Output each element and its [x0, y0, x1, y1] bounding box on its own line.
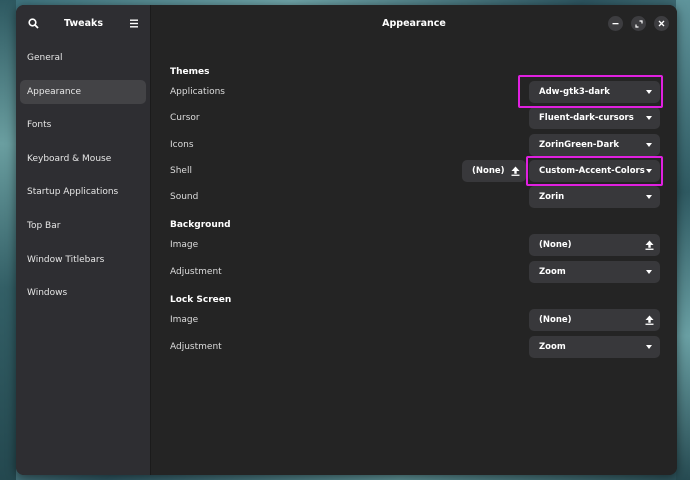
sidebar-item-label: Top Bar — [27, 220, 61, 231]
background-image-label: Image — [170, 240, 199, 250]
sidebar-item-label: Startup Applications — [27, 187, 119, 198]
sidebar-item-label: Fonts — [27, 120, 52, 131]
minimize-button[interactable] — [608, 16, 623, 31]
sidebar-nav: General Appearance Fonts Keyboard & Mous… — [16, 41, 150, 305]
lock-screen-adjustment-dropdown[interactable]: Zoom — [529, 336, 660, 358]
sound-label: Sound — [170, 192, 199, 202]
upload-icon — [511, 166, 520, 176]
sidebar-item-startup-applications[interactable]: Startup Applications — [20, 180, 146, 204]
desktop-background-left — [0, 0, 16, 480]
maximize-button[interactable] — [631, 16, 646, 31]
shell-theme-dropdown[interactable]: Custom-Accent-Colors — [529, 160, 660, 182]
hamburger-menu-icon[interactable] — [127, 16, 141, 30]
sidebar-title: Tweaks — [63, 17, 104, 29]
sound-theme-value: Zorin — [539, 192, 565, 202]
lock-screen-image-value: (None) — [539, 315, 572, 325]
titlebar: Appearance — [151, 5, 677, 41]
sidebar-item-label: Appearance — [27, 86, 82, 97]
lock-screen-heading: Lock Screen — [170, 295, 232, 305]
main-panel: Appearance Themes Applications Adw-gtk3-… — [151, 5, 677, 475]
applications-label: Applications — [170, 87, 225, 97]
background-adjustment-dropdown[interactable]: Zoom — [529, 261, 660, 283]
background-heading: Background — [170, 220, 231, 230]
applications-theme-dropdown[interactable]: Adw-gtk3-dark — [529, 81, 660, 103]
icons-label: Icons — [170, 140, 194, 150]
upload-icon — [645, 315, 654, 325]
sidebar-item-keyboard-mouse[interactable]: Keyboard & Mouse — [20, 147, 146, 171]
sound-theme-dropdown[interactable]: Zorin — [529, 186, 660, 208]
sidebar-header: Tweaks — [16, 5, 150, 41]
lock-screen-adjustment-label: Adjustment — [170, 342, 222, 352]
page-title: Appearance — [382, 17, 446, 29]
background-adjustment-value: Zoom — [539, 267, 566, 277]
cursor-label: Cursor — [170, 113, 200, 123]
sidebar-item-label: Window Titlebars — [27, 254, 105, 265]
shell-file-chooser-button[interactable]: (None) — [462, 160, 526, 182]
dropdown-arrow-icon — [646, 116, 652, 120]
dropdown-arrow-icon — [646, 169, 652, 173]
close-button[interactable] — [654, 16, 669, 31]
dropdown-arrow-icon — [646, 270, 652, 274]
dropdown-arrow-icon — [646, 143, 652, 147]
dropdown-arrow-icon — [646, 345, 652, 349]
sidebar-item-general[interactable]: General — [20, 46, 146, 70]
sidebar-item-fonts[interactable]: Fonts — [20, 113, 146, 137]
icons-theme-dropdown[interactable]: ZorinGreen-Dark — [529, 134, 660, 156]
tweaks-window: Tweaks General Appearance Fonts Keyboard… — [16, 5, 677, 475]
sidebar-item-label: Windows — [27, 288, 68, 299]
sidebar-item-windows[interactable]: Windows — [20, 281, 146, 305]
icons-theme-value: ZorinGreen-Dark — [539, 140, 620, 150]
sidebar-item-appearance[interactable]: Appearance — [20, 79, 146, 104]
sidebar-item-top-bar[interactable]: Top Bar — [20, 214, 146, 238]
cursor-theme-value: Fluent-dark-cursors — [539, 113, 634, 123]
dropdown-arrow-icon — [646, 90, 652, 94]
sidebar-item-window-titlebars[interactable]: Window Titlebars — [20, 248, 146, 272]
themes-heading: Themes — [170, 67, 210, 77]
applications-theme-value: Adw-gtk3-dark — [539, 87, 610, 97]
sidebar-item-label: General — [27, 53, 63, 63]
shell-label: Shell — [170, 166, 192, 176]
lock-screen-image-file-button[interactable]: (None) — [529, 309, 660, 331]
window-controls — [608, 16, 669, 31]
search-icon[interactable] — [26, 16, 40, 30]
sidebar-item-label: Keyboard & Mouse — [27, 153, 112, 164]
dropdown-arrow-icon — [646, 195, 652, 199]
upload-icon — [645, 240, 654, 250]
shell-theme-value: Custom-Accent-Colors — [539, 166, 645, 176]
background-image-file-button[interactable]: (None) — [529, 234, 660, 256]
desktop-background-right — [676, 0, 690, 480]
sidebar: Tweaks General Appearance Fonts Keyboard… — [16, 5, 151, 475]
background-image-value: (None) — [539, 240, 572, 250]
cursor-theme-dropdown[interactable]: Fluent-dark-cursors — [529, 107, 660, 129]
background-adjustment-label: Adjustment — [170, 267, 222, 277]
lock-screen-adjustment-value: Zoom — [539, 342, 566, 352]
shell-file-value: (None) — [472, 166, 505, 176]
lock-screen-image-label: Image — [170, 315, 199, 325]
